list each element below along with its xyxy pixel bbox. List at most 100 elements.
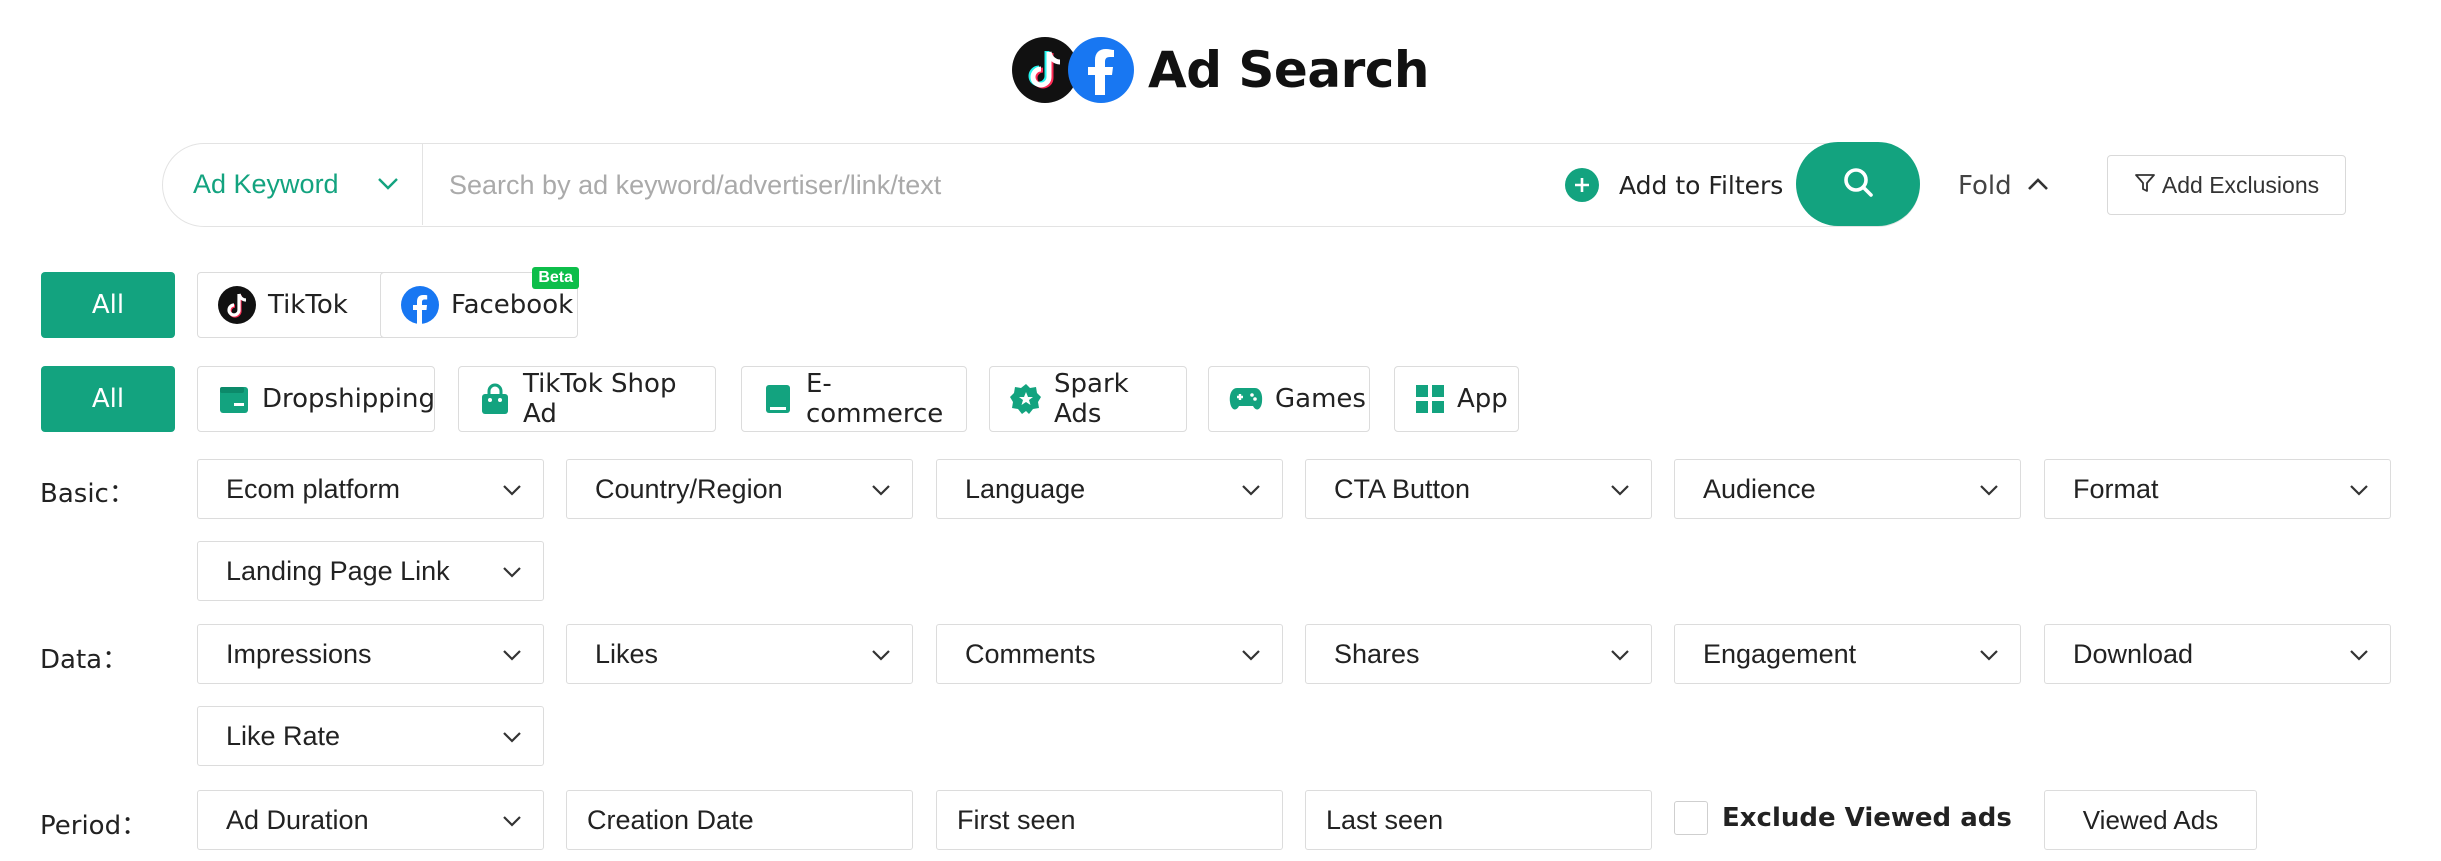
period-filters-label: Period： bbox=[40, 811, 148, 841]
category-all-button[interactable]: All bbox=[41, 366, 175, 432]
country-region-label: Country/Region bbox=[595, 473, 783, 504]
last-seen-picker[interactable]: Last seen bbox=[1305, 790, 1652, 850]
chevron-down-icon bbox=[1240, 479, 1262, 506]
category-dropshipping-label: Dropshipping bbox=[262, 384, 436, 414]
category-app-button[interactable]: App bbox=[1394, 366, 1519, 432]
category-e-commerce-label: E-commerce bbox=[806, 369, 944, 429]
chevron-down-icon bbox=[2348, 644, 2370, 671]
chevron-down-icon bbox=[1978, 644, 2000, 671]
platform-all-label: All bbox=[91, 290, 125, 320]
viewed-ads-button[interactable]: Viewed Ads bbox=[2044, 790, 2257, 850]
grid-icon bbox=[1415, 384, 1445, 414]
like-rate-dropdown[interactable]: Like Rate bbox=[197, 706, 544, 766]
chevron-down-icon bbox=[870, 644, 892, 671]
engagement-label: Engagement bbox=[1703, 638, 1857, 669]
chevron-down-icon bbox=[501, 644, 523, 671]
plus-circle-icon bbox=[1565, 168, 1599, 202]
facebook-logo-icon bbox=[1068, 37, 1135, 103]
category-all-label: All bbox=[91, 384, 125, 414]
chevron-down-icon bbox=[2348, 479, 2370, 506]
search-input[interactable] bbox=[449, 164, 1589, 206]
platform-all-button[interactable]: All bbox=[41, 272, 175, 338]
chevron-down-icon bbox=[501, 810, 523, 837]
platform-tiktok-label: TikTok bbox=[268, 290, 348, 320]
checkbox-box[interactable] bbox=[1674, 801, 1708, 835]
platform-facebook-button[interactable]: Facebook Beta bbox=[380, 267, 579, 338]
impressions-dropdown[interactable]: Impressions bbox=[197, 624, 544, 684]
viewed-ads-label: Viewed Ads bbox=[2082, 804, 2219, 835]
like-rate-label: Like Rate bbox=[226, 720, 341, 751]
category-spark-ads-label: Spark Ads bbox=[1054, 369, 1129, 429]
wallet-icon bbox=[218, 383, 250, 415]
ecom-platform-dropdown[interactable]: Ecom platform bbox=[197, 459, 544, 519]
badge-star-icon bbox=[1010, 383, 1042, 415]
creation-date-picker[interactable]: Creation Date bbox=[566, 790, 913, 850]
category-dropshipping-button[interactable]: Dropshipping bbox=[197, 366, 435, 432]
search-mode-label: Ad Keyword bbox=[193, 169, 339, 199]
gamepad-icon bbox=[1229, 384, 1263, 414]
first-seen-label: First seen bbox=[957, 804, 1076, 835]
tiktok-icon bbox=[218, 286, 256, 324]
chevron-down-icon bbox=[870, 479, 892, 506]
category-tiktok-shop-ad-label: TikTok Shop Ad bbox=[523, 369, 677, 429]
cta-button-label: CTA Button bbox=[1334, 473, 1471, 504]
audience-label: Audience bbox=[1703, 473, 1816, 504]
format-dropdown[interactable]: Format bbox=[2044, 459, 2391, 519]
exclude-viewed-ads-checkbox[interactable]: Exclude Viewed ads bbox=[1674, 801, 2012, 835]
category-games-label: Games bbox=[1275, 384, 1366, 414]
shares-label: Shares bbox=[1334, 638, 1420, 669]
category-spark-ads-button[interactable]: Spark Ads bbox=[989, 366, 1187, 432]
exclude-viewed-ads-label: Exclude Viewed ads bbox=[1722, 803, 2012, 833]
search-mode-select[interactable]: Ad Keyword bbox=[163, 144, 423, 225]
search-bar: Ad Keyword Add to Filters bbox=[162, 142, 1920, 227]
chevron-down-icon bbox=[1609, 644, 1631, 671]
engagement-dropdown[interactable]: Engagement bbox=[1674, 624, 2021, 684]
bookmark-icon bbox=[762, 383, 794, 415]
filter-icon bbox=[2134, 172, 2156, 199]
search-button[interactable] bbox=[1796, 142, 1920, 226]
chevron-down-icon bbox=[1240, 644, 1262, 671]
shopping-bag-icon bbox=[479, 383, 511, 415]
ecom-platform-label: Ecom platform bbox=[226, 473, 401, 504]
likes-dropdown[interactable]: Likes bbox=[566, 624, 913, 684]
search-icon bbox=[1841, 165, 1875, 204]
chevron-down-icon bbox=[501, 561, 523, 588]
chevron-down-icon bbox=[1609, 479, 1631, 506]
add-to-filters-label: Add to Filters bbox=[1619, 170, 1784, 200]
basic-filters-label: Basic： bbox=[40, 479, 135, 509]
category-tiktok-shop-ad-button[interactable]: TikTok Shop Ad bbox=[458, 366, 716, 432]
download-dropdown[interactable]: Download bbox=[2044, 624, 2391, 684]
category-games-button[interactable]: Games bbox=[1208, 366, 1370, 432]
category-e-commerce-button[interactable]: E-commerce bbox=[741, 366, 967, 432]
data-filters-label: Data： bbox=[40, 645, 129, 675]
category-app-label: App bbox=[1457, 384, 1508, 414]
ad-duration-dropdown[interactable]: Ad Duration bbox=[197, 790, 544, 850]
first-seen-picker[interactable]: First seen bbox=[936, 790, 1283, 850]
platform-tiktok-button[interactable]: TikTok bbox=[197, 272, 403, 338]
facebook-icon bbox=[401, 286, 439, 324]
add-exclusions-label: Add Exclusions bbox=[2161, 171, 2320, 198]
chevron-up-icon bbox=[2026, 174, 2050, 199]
page-title: Ad Search bbox=[1148, 41, 1429, 99]
language-label: Language bbox=[965, 473, 1086, 504]
audience-dropdown[interactable]: Audience bbox=[1674, 459, 2021, 519]
fold-label: Fold bbox=[1958, 171, 2012, 201]
comments-dropdown[interactable]: Comments bbox=[936, 624, 1283, 684]
add-exclusions-button[interactable]: Add Exclusions bbox=[2107, 155, 2346, 215]
platform-facebook-label: Facebook bbox=[451, 290, 574, 320]
likes-label: Likes bbox=[595, 638, 659, 669]
chevron-down-icon bbox=[501, 726, 523, 753]
cta-button-dropdown[interactable]: CTA Button bbox=[1305, 459, 1652, 519]
language-dropdown[interactable]: Language bbox=[936, 459, 1283, 519]
add-to-filters-button[interactable]: Add to Filters bbox=[1565, 164, 1783, 206]
shares-dropdown[interactable]: Shares bbox=[1305, 624, 1652, 684]
chevron-down-icon bbox=[501, 479, 523, 506]
landing-page-link-dropdown[interactable]: Landing Page Link bbox=[197, 541, 544, 601]
comments-label: Comments bbox=[965, 638, 1096, 669]
ad-duration-label: Ad Duration bbox=[226, 804, 369, 835]
chevron-down-icon bbox=[1978, 479, 2000, 506]
fold-toggle[interactable]: Fold bbox=[1958, 166, 2050, 206]
last-seen-label: Last seen bbox=[1326, 804, 1444, 835]
format-label: Format bbox=[2073, 473, 2159, 504]
country-region-dropdown[interactable]: Country/Region bbox=[566, 459, 913, 519]
